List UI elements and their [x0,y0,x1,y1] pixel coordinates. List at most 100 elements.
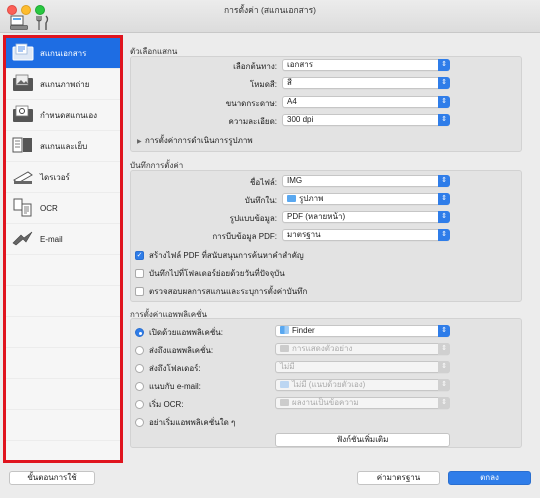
folder-icon [280,381,289,388]
sidebar-item-label: สแกนและเย็บ [40,141,88,151]
ok-button[interactable]: ตกลง [448,471,531,485]
general-settings-icon[interactable] [35,15,51,31]
chevron-updown-icon: ⇕ [438,343,450,355]
open-with-app-value: Finder [292,326,315,335]
open-with-app-radio[interactable] [135,328,144,337]
open-with-app-dropdown[interactable]: Finder ⇕ [275,325,450,337]
save-settings-group: ชื่อไฟล์: IMG ⇕ บันทึกใน: รูปภาพ ⇕ รูปแบ… [130,170,522,302]
color-mode-value: สี [287,78,292,87]
file-name-dropdown[interactable]: IMG ⇕ [282,175,450,187]
defaults-button[interactable]: ค่ามาตรฐาน [357,471,440,485]
send-to-folder-dropdown[interactable]: ไม่มี ⇕ [275,361,450,373]
color-mode-dropdown[interactable]: สี ⇕ [282,77,450,89]
image-processing-disclosure[interactable]: ▶ การตั้งค่าการดำเนินการรูปภาพ [137,134,253,147]
send-to-app-radio-row[interactable]: ส่งถึงแอพพลิเคชั่น: [135,344,213,357]
vertical-scrollbar[interactable] [528,37,532,447]
no-app-radio[interactable] [135,418,144,427]
chevron-updown-icon: ⇕ [438,59,450,71]
sidebar-item-label: สแกนเอกสาร [40,48,87,58]
window-title: การตั้งค่า (สแกนเอกสาร) [224,5,316,15]
start-ocr-radio-row[interactable]: เริ่ม OCR: [135,398,184,411]
resolution-value: 300 dpi [287,115,314,124]
more-functions-button[interactable]: ฟังก์ชันเพิ่มเติม [275,433,450,447]
driver-icon [13,171,33,184]
no-app-radio-row[interactable]: อย่าเริ่มแอพพลิเคชั่นใด ๆ [135,416,235,429]
sidebar-empty-row [6,410,120,441]
settings-panel: ตัวเลือกแสกน เลือกต้นทาง: เอกสาร ⇕ โหมดส… [126,35,534,463]
attach-email-value: ไม่มี (แนบด้วยตัวเอง) [292,380,366,389]
sidebar-item-photo-scan[interactable]: สแกนภาพถ่าย [6,69,120,100]
chevron-updown-icon: ⇕ [438,193,450,205]
no-app-label: อย่าเริ่มแอพพลิเคชั่นใด ๆ [149,418,236,427]
document-scan-icon [12,43,34,61]
sidebar-item-label: กำหนดสแกนเอง [40,110,98,120]
chevron-updown-icon: ⇕ [438,77,450,89]
sidebar: สแกนเอกสาร สแกนภาพถ่าย กำหนดสแกนเอง สแกน… [3,35,123,463]
chevron-updown-icon: ⇕ [438,114,450,126]
send-to-app-value: การแสดงตัวอย่าง [292,344,353,353]
resolution-dropdown[interactable]: 300 dpi ⇕ [282,114,450,126]
searchable-pdf-checkbox-row[interactable]: ✓ สร้างไฟล์ PDF ที่สนับสนุนการค้นหาคำสำคั… [135,249,304,262]
chevron-updown-icon: ⇕ [438,397,450,409]
start-ocr-label: เริ่ม OCR: [149,400,184,409]
paper-size-dropdown[interactable]: A4 ⇕ [282,96,450,108]
searchable-pdf-checkbox[interactable]: ✓ [135,251,144,260]
sidebar-item-label: E-mail [40,234,63,244]
data-format-label: รูปแบบข้อมูล: [229,214,277,223]
select-source-value: เอกสาร [287,60,314,69]
sidebar-item-custom-scan[interactable]: กำหนดสแกนเอง [6,100,120,131]
select-source-dropdown[interactable]: เอกสาร ⇕ [282,59,450,71]
file-name-value: IMG [287,176,303,185]
check-results-checkbox-row[interactable]: ตรวจสอบผลการสแกนและระบุการตั้งค่าบันทึก [135,285,307,298]
resolution-label: ความละเอียด: [228,117,277,126]
send-to-folder-radio-row[interactable]: ส่งถึงโฟลเดอร์: [135,362,201,375]
paper-size-value: A4 [287,97,297,106]
chevron-updown-icon: ⇕ [438,325,450,337]
send-to-app-radio[interactable] [135,346,144,355]
send-to-app-dropdown[interactable]: การแสดงตัวอย่าง ⇕ [275,343,450,355]
date-subfolder-checkbox-row[interactable]: บันทึกไปที่โฟลเดอร์ย่อยด้วยวันที่ปัจจุบั… [135,267,285,280]
attach-email-radio[interactable] [135,382,144,391]
sidebar-empty-row [6,379,120,410]
check-results-checkbox[interactable] [135,287,144,296]
attach-email-dropdown[interactable]: ไม่มี (แนบด้วยตัวเอง) ⇕ [275,379,450,391]
data-format-dropdown[interactable]: PDF (หลายหน้า) ⇕ [282,211,450,223]
save-in-dropdown[interactable]: รูปภาพ ⇕ [282,193,450,205]
sidebar-item-ocr[interactable]: OCR [6,193,120,224]
disclosure-triangle-icon: ▶ [137,139,142,145]
select-source-label: เลือกต้นทาง: [233,62,277,71]
settings-scroll-area[interactable]: ตัวเลือกแสกน เลือกต้นทาง: เอกสาร ⇕ โหมดส… [126,35,526,448]
data-format-value: PDF (หลายหน้า) [287,212,346,221]
start-ocr-value: ผลงานเป็นข้อความ [292,398,359,407]
chevron-updown-icon: ⇕ [438,379,450,391]
color-mode-label: โหมดสี: [249,80,277,89]
attach-email-radio-row[interactable]: แนบกับ e-mail: [135,380,201,393]
send-to-folder-radio[interactable] [135,364,144,373]
folder-icon [287,195,296,202]
check-results-label: ตรวจสอบผลการสแกนและระบุการตั้งค่าบันทึก [149,287,308,296]
instructions-button[interactable]: ขั้นตอนการใช้ [9,471,95,485]
sidebar-item-email[interactable]: E-mail [6,224,120,255]
sidebar-empty-row [6,286,120,317]
send-to-folder-value: ไม่มี [280,362,295,371]
sidebar-empty-row [6,255,120,286]
chevron-updown-icon: ⇕ [438,175,450,187]
attach-email-label: แนบกับ e-mail: [149,382,201,391]
start-ocr-radio[interactable] [135,400,144,409]
scan-stitch-icon [12,137,32,153]
sidebar-empty-row [6,348,120,379]
start-ocr-dropdown[interactable]: ผลงานเป็นข้อความ ⇕ [275,397,450,409]
sidebar-item-document-scan[interactable]: สแกนเอกสาร [6,38,120,69]
preview-icon [280,345,289,352]
sidebar-item-driver[interactable]: ไดรเวอร์ [6,162,120,193]
file-name-label: ชื่อไฟล์: [249,178,277,187]
sidebar-item-label: OCR [40,203,58,213]
image-processing-label: การตั้งค่าการดำเนินการรูปภาพ [145,136,253,145]
pdf-compression-dropdown[interactable]: มาตรฐาน ⇕ [282,229,450,241]
scan-settings-icon[interactable] [10,15,30,31]
sidebar-item-scan-stitch[interactable]: สแกนและเย็บ [6,131,120,162]
text-output-icon [280,399,289,406]
open-with-app-radio-row[interactable]: เปิดด้วยแอพพลิเคชั่น: [135,326,223,339]
sidebar-item-label: ไดรเวอร์ [40,172,70,182]
date-subfolder-checkbox[interactable] [135,269,144,278]
